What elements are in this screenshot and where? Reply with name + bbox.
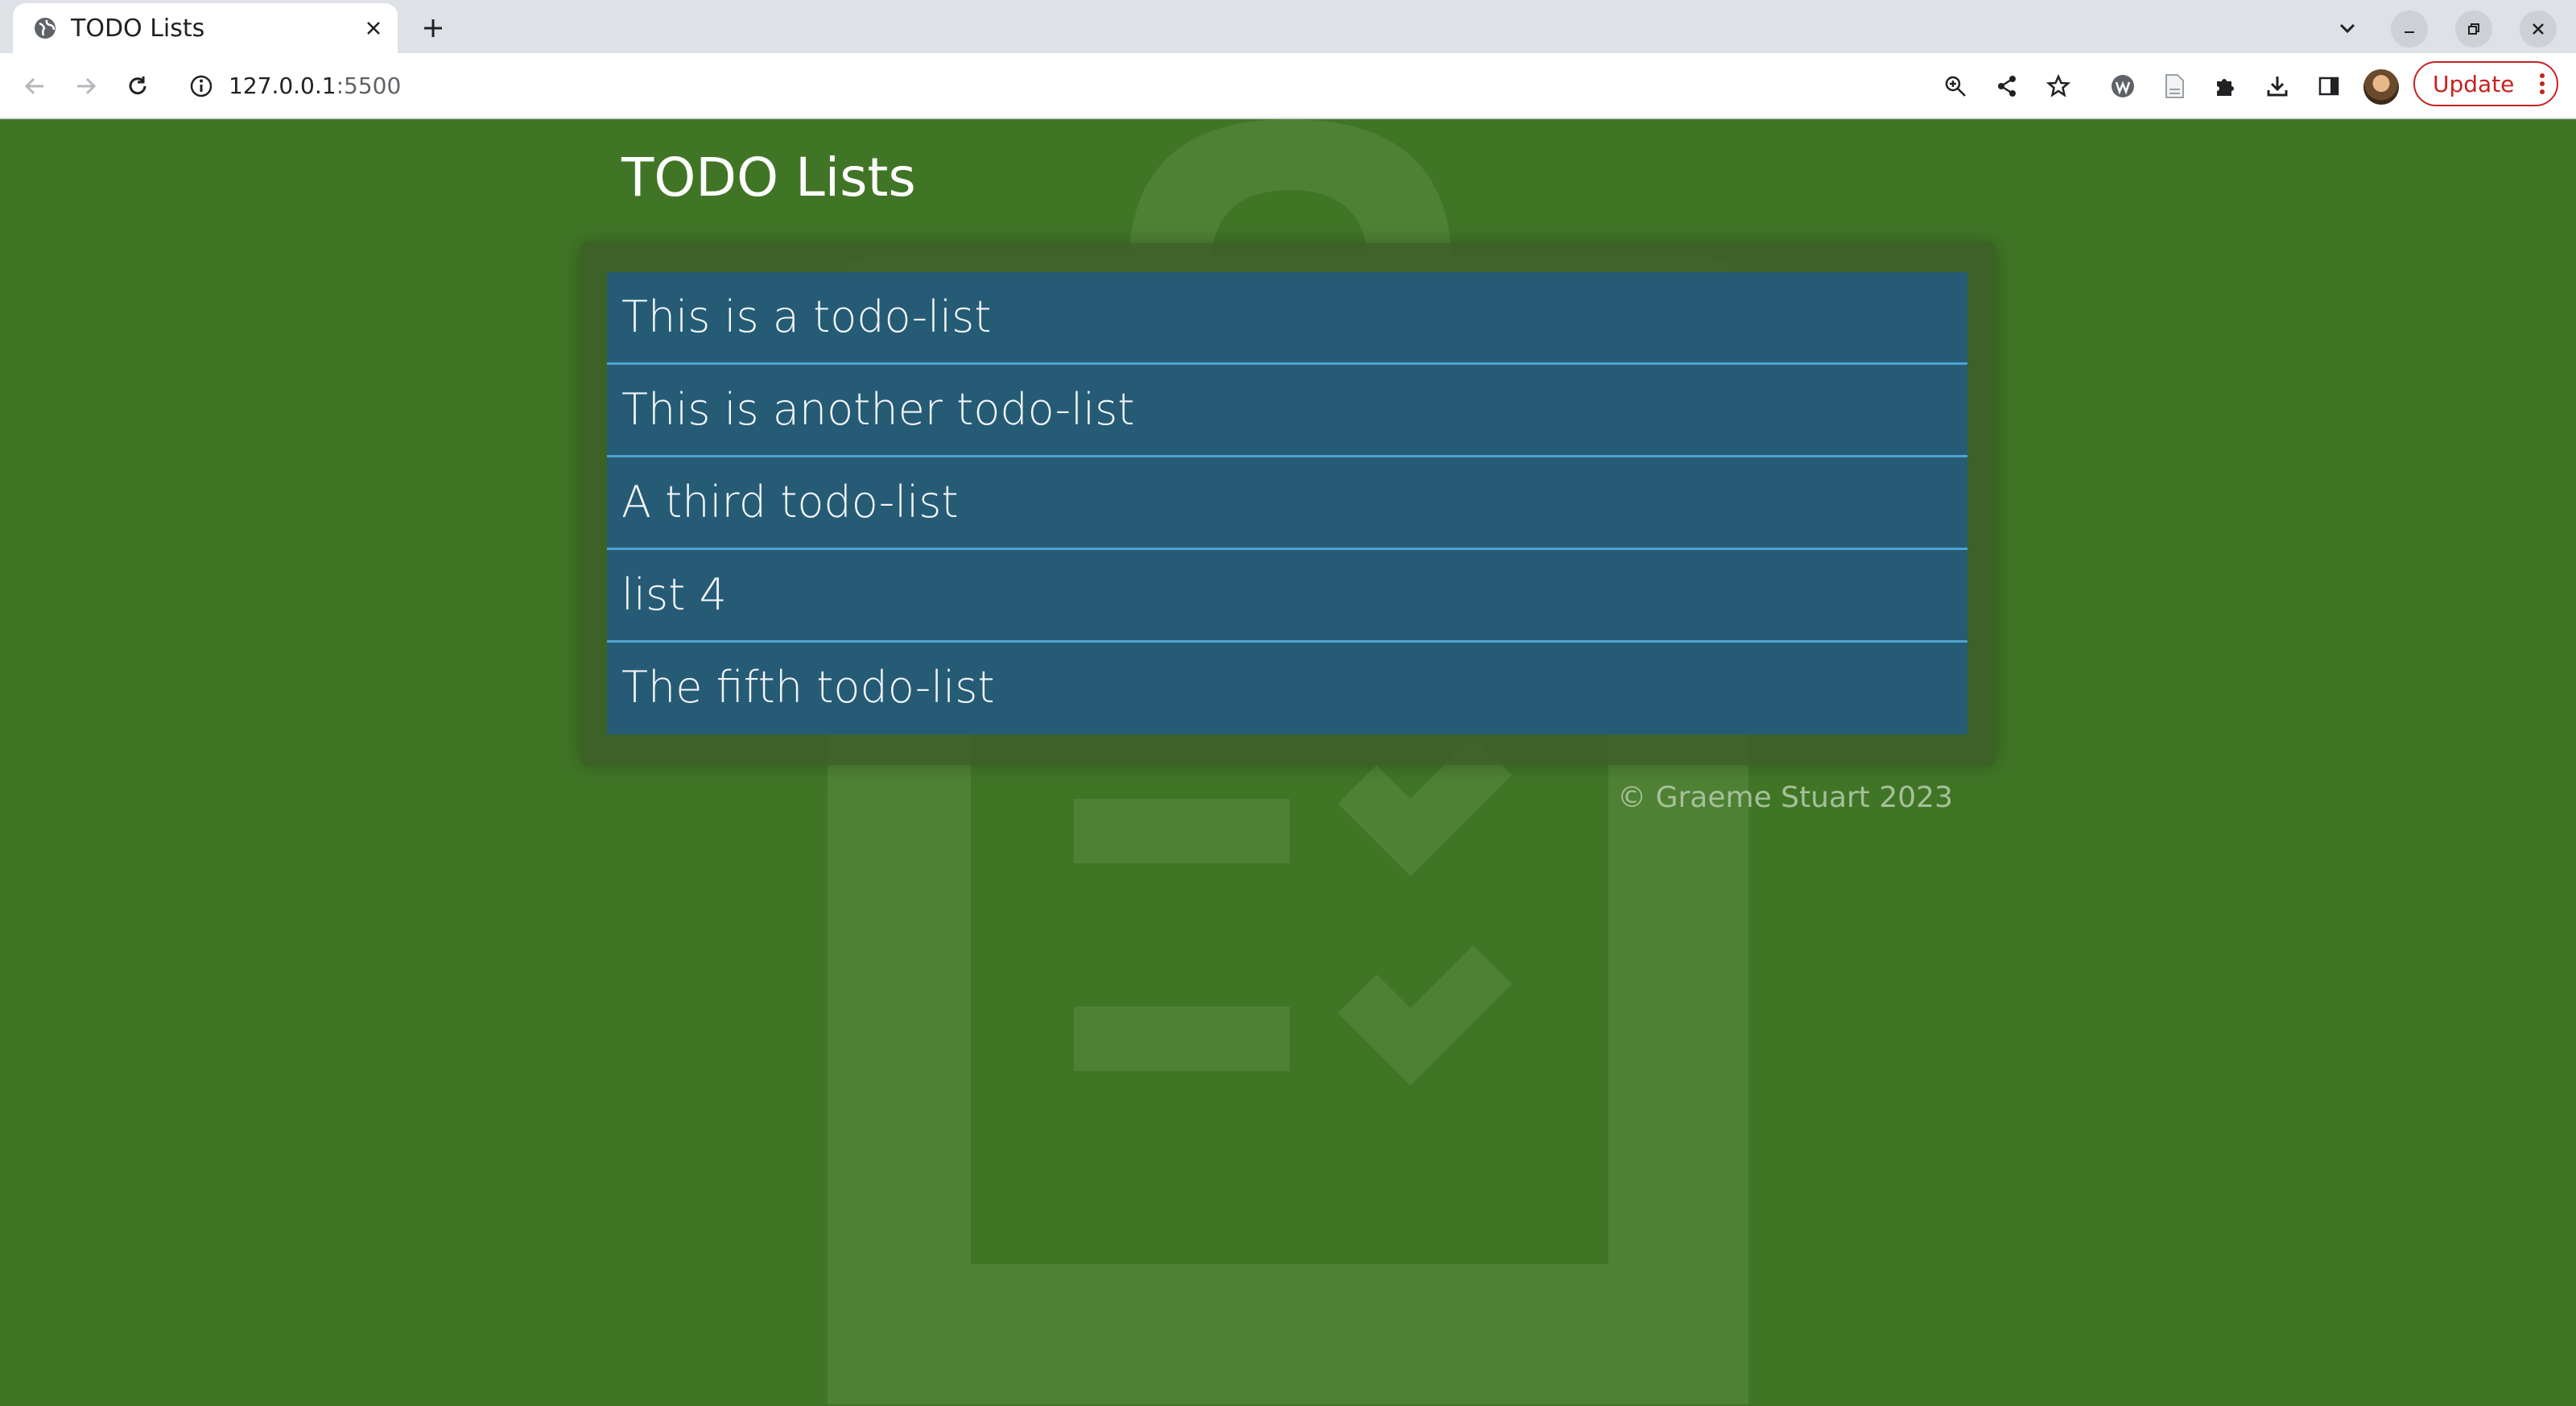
restore-icon <box>2468 23 2479 35</box>
minimize-button[interactable] <box>2391 10 2428 48</box>
tab-strip: TODO Lists <box>0 0 2576 53</box>
todo-list-item[interactable]: list 4 <box>607 550 1967 643</box>
info-icon[interactable] <box>188 73 214 99</box>
tab-title: TODO Lists <box>71 14 205 43</box>
back-button[interactable] <box>16 68 53 105</box>
star-icon <box>2046 74 2070 97</box>
extensions-button[interactable] <box>2207 68 2244 105</box>
side-panel-button[interactable] <box>2310 68 2347 105</box>
puzzle-icon <box>2217 79 2234 96</box>
download-icon <box>2267 77 2288 97</box>
page-viewport: TODO Lists This is a todo-list This is a… <box>0 119 2576 1406</box>
todo-list-label: This is another todo-list <box>621 384 1135 435</box>
close-icon <box>2533 23 2544 35</box>
chevron-down-icon <box>2339 23 2355 34</box>
browser-toolbar: 127.0.0.1:5500 Update <box>0 53 2576 119</box>
tab-close-button[interactable] <box>359 14 388 43</box>
todo-list-label: This is a todo-list <box>621 292 992 342</box>
bookmark-button[interactable] <box>2040 68 2077 105</box>
todo-lists: This is a todo-list This is another todo… <box>607 272 1967 734</box>
reload-button[interactable] <box>119 68 156 105</box>
url-host: 127.0.0.1 <box>229 72 336 99</box>
plus-icon <box>424 19 442 37</box>
restore-button[interactable] <box>2455 10 2492 48</box>
todo-list-item[interactable]: This is a todo-list <box>607 272 1967 365</box>
todo-list-label: list 4 <box>621 569 727 620</box>
todo-list-item[interactable]: A third todo-list <box>607 457 1967 550</box>
extension-wordpress-button[interactable] <box>2104 68 2141 105</box>
zoom-in-icon <box>1945 76 1966 97</box>
url-port: :5500 <box>336 72 402 99</box>
extension-document-button[interactable] <box>2156 68 2193 105</box>
close-icon <box>367 22 380 35</box>
update-label: Update <box>2433 71 2515 97</box>
wordpress-icon <box>2112 75 2134 97</box>
share-button[interactable] <box>1988 68 2025 105</box>
new-tab-button[interactable] <box>415 10 451 46</box>
share-icon <box>1998 76 2016 97</box>
url-text: 127.0.0.1:5500 <box>229 72 401 99</box>
minimize-icon <box>2405 31 2414 33</box>
tab-search-button[interactable] <box>2330 10 2365 46</box>
profile-avatar[interactable] <box>2363 69 2399 105</box>
globe-icon <box>35 18 56 39</box>
side-panel-icon <box>2318 77 2339 96</box>
browser-tab[interactable]: TODO Lists <box>13 3 398 53</box>
document-icon <box>2165 74 2184 98</box>
address-bar[interactable]: 127.0.0.1:5500 <box>171 61 1901 111</box>
todo-lists-panel: This is a todo-list This is another todo… <box>580 243 1996 765</box>
todo-list-item[interactable]: This is another todo-list <box>607 365 1967 457</box>
todo-list-label: The fifth todo-list <box>621 662 995 713</box>
todo-list-label: A third todo-list <box>621 477 959 527</box>
downloads-button[interactable] <box>2259 68 2296 105</box>
update-button[interactable]: Update <box>2413 61 2558 106</box>
todo-list-item[interactable]: The fifth todo-list <box>607 643 1967 734</box>
arrow-right-icon <box>77 77 97 95</box>
more-vert-icon <box>2540 73 2545 94</box>
forward-button[interactable] <box>68 68 105 105</box>
zoom-button[interactable] <box>1937 68 1974 105</box>
close-window-button[interactable] <box>2520 10 2557 48</box>
reload-icon <box>129 77 147 95</box>
arrow-left-icon <box>24 77 43 95</box>
page-title: TODO Lists <box>621 147 916 209</box>
copyright-footer: © Graeme Stuart 2023 <box>1617 781 1953 814</box>
